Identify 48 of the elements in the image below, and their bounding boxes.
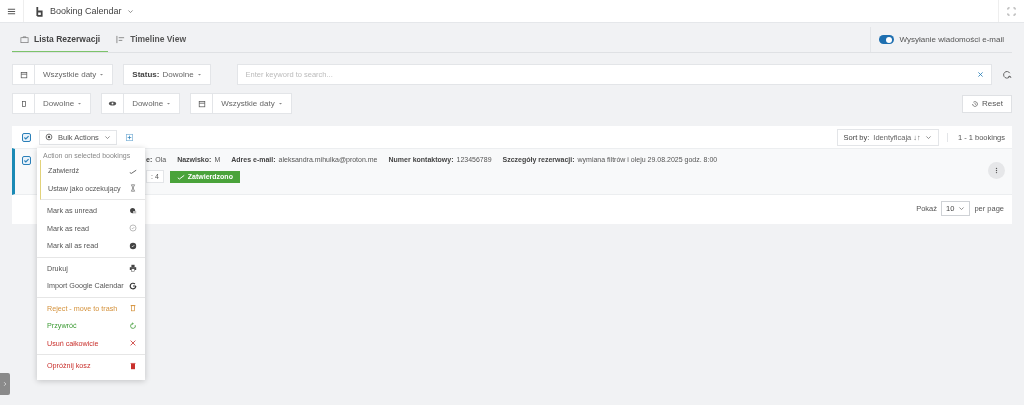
caret-icon <box>277 101 283 106</box>
date-dropdown[interactable]: Wszystkie daty <box>190 93 292 114</box>
caret-icon <box>77 101 83 106</box>
menu-icon[interactable] <box>7 6 16 16</box>
briefcase-icon <box>20 34 29 44</box>
chat-icon <box>129 206 137 215</box>
more-icon <box>993 167 1000 174</box>
status-dropdown[interactable]: Status: Dowolne <box>123 64 211 85</box>
side-panel-toggle[interactable] <box>2 381 8 387</box>
fullscreen-icon[interactable] <box>1007 6 1016 16</box>
chevron-icon[interactable] <box>126 7 134 15</box>
caret-icon <box>166 101 172 106</box>
calendar-icon <box>19 70 28 79</box>
caret-icon <box>99 72 105 77</box>
calendar-icon <box>197 99 206 108</box>
check-icon <box>23 133 30 141</box>
checkbox[interactable] <box>22 156 31 165</box>
add-icon[interactable] <box>124 132 134 142</box>
check-icon <box>23 157 30 164</box>
check-icon <box>176 172 185 181</box>
google-icon <box>129 281 137 290</box>
logo-icon <box>34 4 45 18</box>
type-dropdown[interactable]: Dowolne <box>12 93 92 114</box>
circle-icon <box>45 133 53 141</box>
clear-icon[interactable] <box>977 71 984 78</box>
reset-button[interactable]: Reset <box>962 94 1012 113</box>
eye-icon <box>108 99 118 108</box>
toggle-label: Wysyłanie wiadomości e-mail <box>899 35 1004 44</box>
chevron-icon <box>103 133 111 141</box>
app-title[interactable]: Booking Calendar <box>50 6 122 16</box>
read-status-dropdown[interactable]: Dowolne <box>101 93 181 114</box>
check-circle-icon <box>129 224 137 233</box>
refresh-icon[interactable] <box>1002 69 1012 80</box>
chevron-icon <box>2 381 8 387</box>
close-icon <box>129 339 137 348</box>
hourglass-icon <box>129 184 137 193</box>
check-circle-icon <box>129 241 137 250</box>
chevron-icon <box>958 205 966 212</box>
tab[interactable]: Timeline View <box>108 27 195 52</box>
toggle-switch[interactable] <box>878 35 894 44</box>
printer-icon <box>129 264 137 273</box>
restore-icon <box>129 321 137 330</box>
checkbox[interactable] <box>22 132 31 142</box>
caret-icon <box>196 72 202 77</box>
timeline-icon <box>116 34 126 44</box>
date-dropdown[interactable]: Wszystkie daty <box>12 64 114 85</box>
tab[interactable]: Lista Rezerwacji <box>12 27 109 52</box>
chevron-icon <box>924 133 932 141</box>
